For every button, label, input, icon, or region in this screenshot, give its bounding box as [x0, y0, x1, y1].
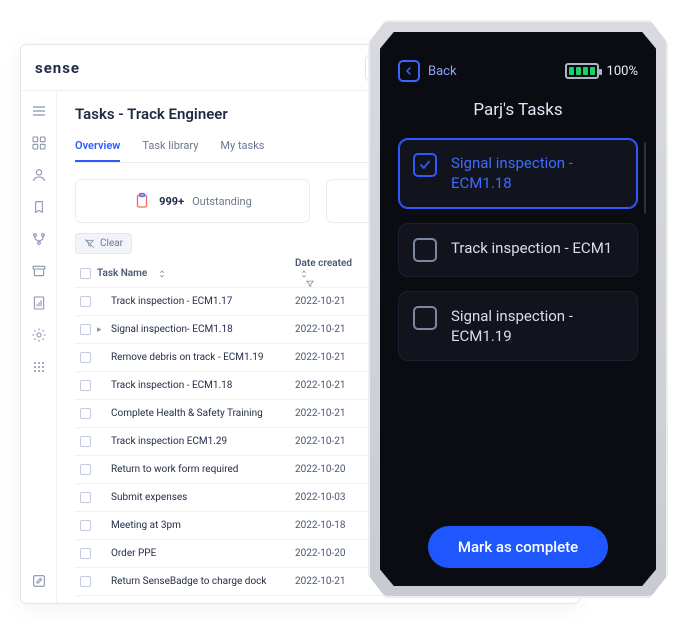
row-name: Order PPE — [95, 548, 295, 559]
sort-icon — [157, 269, 167, 279]
row-checkbox[interactable] — [75, 352, 95, 363]
user-icon[interactable] — [31, 167, 47, 183]
row-checkbox[interactable] — [75, 464, 95, 475]
device-task-list[interactable]: Signal inspection - ECM1.18 Track inspect… — [398, 138, 638, 512]
device-frame: Back 100% Parj's Tasks Signal inspection… — [368, 20, 668, 598]
task-checkbox[interactable] — [413, 306, 437, 330]
archive-icon[interactable] — [31, 263, 47, 279]
row-checkbox[interactable] — [75, 436, 95, 447]
device-topbar: Back 100% — [398, 60, 638, 82]
row-name: Meeting at 3pm — [95, 520, 295, 531]
device-task-item[interactable]: Signal inspection - ECM1.18 — [398, 138, 638, 209]
report-icon[interactable] — [31, 295, 47, 311]
col-header-name[interactable]: Task Name — [95, 268, 295, 279]
tab-my-tasks[interactable]: My tasks — [220, 133, 264, 162]
select-all[interactable] — [75, 268, 95, 279]
row-checkbox[interactable] — [75, 324, 95, 335]
row-name: Track inspection - ECM1.18 — [95, 380, 295, 391]
nav-rail — [21, 91, 57, 603]
menu-icon[interactable] — [31, 103, 47, 119]
row-name: Return SenseBadge to charge dock — [95, 576, 295, 587]
task-checkbox[interactable] — [413, 153, 437, 177]
tab-overview[interactable]: Overview — [75, 133, 120, 162]
task-label: Track inspection - ECM1 — [451, 238, 612, 258]
row-name: Complete Health & Safety Training — [95, 408, 295, 419]
row-name: ▸Signal inspection- ECM1.18 — [95, 324, 295, 335]
stat-outstanding[interactable]: 999+ Outstanding — [75, 179, 310, 223]
task-checkbox[interactable] — [413, 238, 437, 262]
device-title: Parj's Tasks — [398, 100, 638, 120]
apps-icon[interactable] — [31, 359, 47, 375]
back-label: Back — [428, 64, 457, 79]
filter-clear-icon — [84, 238, 95, 249]
logo: sense — [35, 59, 80, 77]
sort-icon — [299, 269, 309, 279]
row-name: Return to work form required — [95, 464, 295, 475]
back-icon — [398, 60, 420, 82]
row-checkbox[interactable] — [75, 408, 95, 419]
battery-pct: 100% — [607, 64, 638, 79]
row-checkbox[interactable] — [75, 380, 95, 391]
device-task-item[interactable]: Signal inspection - ECM1.19 — [398, 291, 638, 362]
back-button[interactable]: Back — [398, 60, 457, 82]
task-label: Signal inspection - ECM1.18 — [451, 153, 623, 194]
tab-task-library[interactable]: Task library — [142, 133, 198, 162]
chevron-right-icon[interactable]: ▸ — [97, 325, 105, 335]
clear-label: Clear — [100, 238, 123, 249]
mark-complete-button[interactable]: Mark as complete — [428, 526, 608, 568]
row-checkbox[interactable] — [75, 520, 95, 531]
stat-count: 999+ — [159, 195, 184, 208]
edit-icon[interactable] — [31, 573, 47, 589]
branch-icon[interactable] — [31, 231, 47, 247]
clipboard-alert-icon — [133, 192, 151, 210]
row-checkbox[interactable] — [75, 548, 95, 559]
row-checkbox[interactable] — [75, 296, 95, 307]
gear-icon[interactable] — [31, 327, 47, 343]
battery-status: 100% — [565, 63, 638, 79]
row-checkbox[interactable] — [75, 576, 95, 587]
clear-filter-button[interactable]: Clear — [75, 233, 132, 254]
row-name: Track inspection ECM1.29 — [95, 436, 295, 447]
row-checkbox[interactable] — [75, 492, 95, 503]
row-name: Track inspection - ECM1.17 — [95, 296, 295, 307]
device-screen: Back 100% Parj's Tasks Signal inspection… — [380, 32, 656, 586]
grid-icon[interactable] — [31, 135, 47, 151]
filter-icon[interactable] — [305, 279, 315, 289]
task-label: Signal inspection - ECM1.19 — [451, 306, 623, 347]
stat-label: Outstanding — [192, 195, 252, 208]
row-name: Submit expenses — [95, 492, 295, 503]
battery-icon — [565, 63, 599, 79]
row-name: Remove debris on track - ECM1.19 — [95, 352, 295, 363]
bookmark-icon[interactable] — [31, 199, 47, 215]
device-task-item[interactable]: Track inspection - ECM1 — [398, 223, 638, 277]
